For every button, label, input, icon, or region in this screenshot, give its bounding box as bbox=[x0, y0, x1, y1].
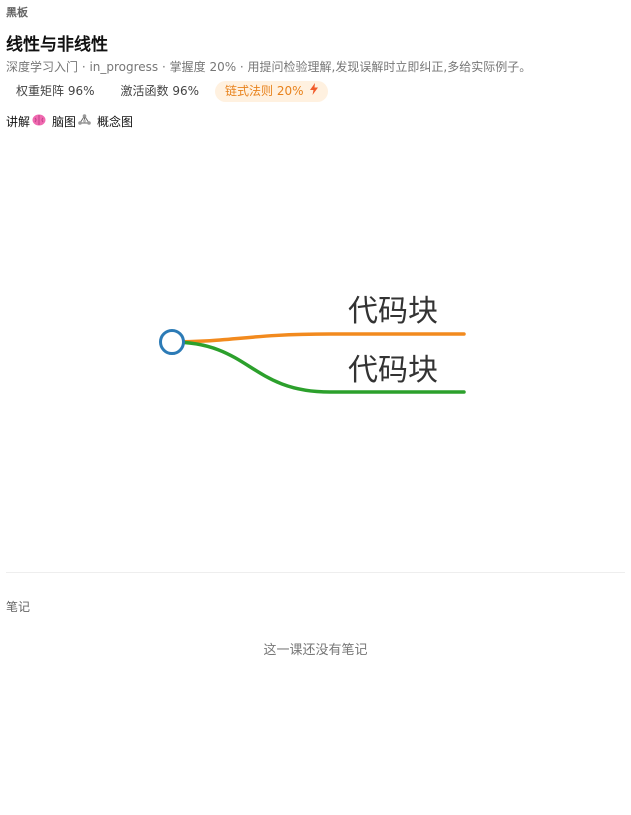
notes-label: 笔记 bbox=[6, 600, 31, 614]
chip-activation-function[interactable]: 激活函数 96% bbox=[111, 81, 210, 102]
mindmap: 代码块 代码块 bbox=[159, 294, 466, 394]
tab-label: 概念图 bbox=[97, 115, 134, 129]
tab-mindmap[interactable]: 脑图 bbox=[52, 113, 91, 130]
chip-label: 链式法则 20% bbox=[225, 84, 304, 98]
panel-label: 黑板 bbox=[6, 6, 28, 19]
tab-label: 讲解 bbox=[6, 115, 31, 129]
tab-label: 脑图 bbox=[52, 115, 77, 129]
mindmap-branch bbox=[170, 332, 466, 344]
tab-explain[interactable]: 讲解 bbox=[6, 113, 46, 130]
graph-icon bbox=[78, 114, 91, 129]
mindmap-node-label[interactable]: 代码块 bbox=[348, 294, 438, 329]
lesson-title: 线性与非线性 bbox=[6, 35, 108, 55]
mindmap-root-node[interactable] bbox=[159, 329, 185, 355]
chip-chain-rule[interactable]: 链式法则 20% bbox=[215, 81, 328, 102]
concept-chips: 权重矩阵 96% 激活函数 96% 链式法则 20% bbox=[6, 81, 328, 102]
lightning-icon bbox=[309, 81, 318, 102]
chip-label: 权重矩阵 96% bbox=[16, 84, 95, 98]
tab-concept-map[interactable]: 概念图 bbox=[97, 113, 133, 130]
notes-empty-state: 这一课还没有笔记 bbox=[263, 643, 368, 658]
view-tabs: 讲解 脑图 概念图 bbox=[6, 113, 133, 130]
brain-icon bbox=[32, 114, 46, 129]
divider bbox=[6, 572, 625, 573]
mindmap-node-label[interactable]: 代码块 bbox=[348, 353, 438, 388]
chip-label: 激活函数 96% bbox=[120, 84, 200, 98]
chip-weight-matrix[interactable]: 权重矩阵 96% bbox=[6, 81, 105, 102]
lesson-meta: 深度学习入门 · in_progress · 掌握度 20% · 用提问检验理解… bbox=[6, 60, 532, 74]
